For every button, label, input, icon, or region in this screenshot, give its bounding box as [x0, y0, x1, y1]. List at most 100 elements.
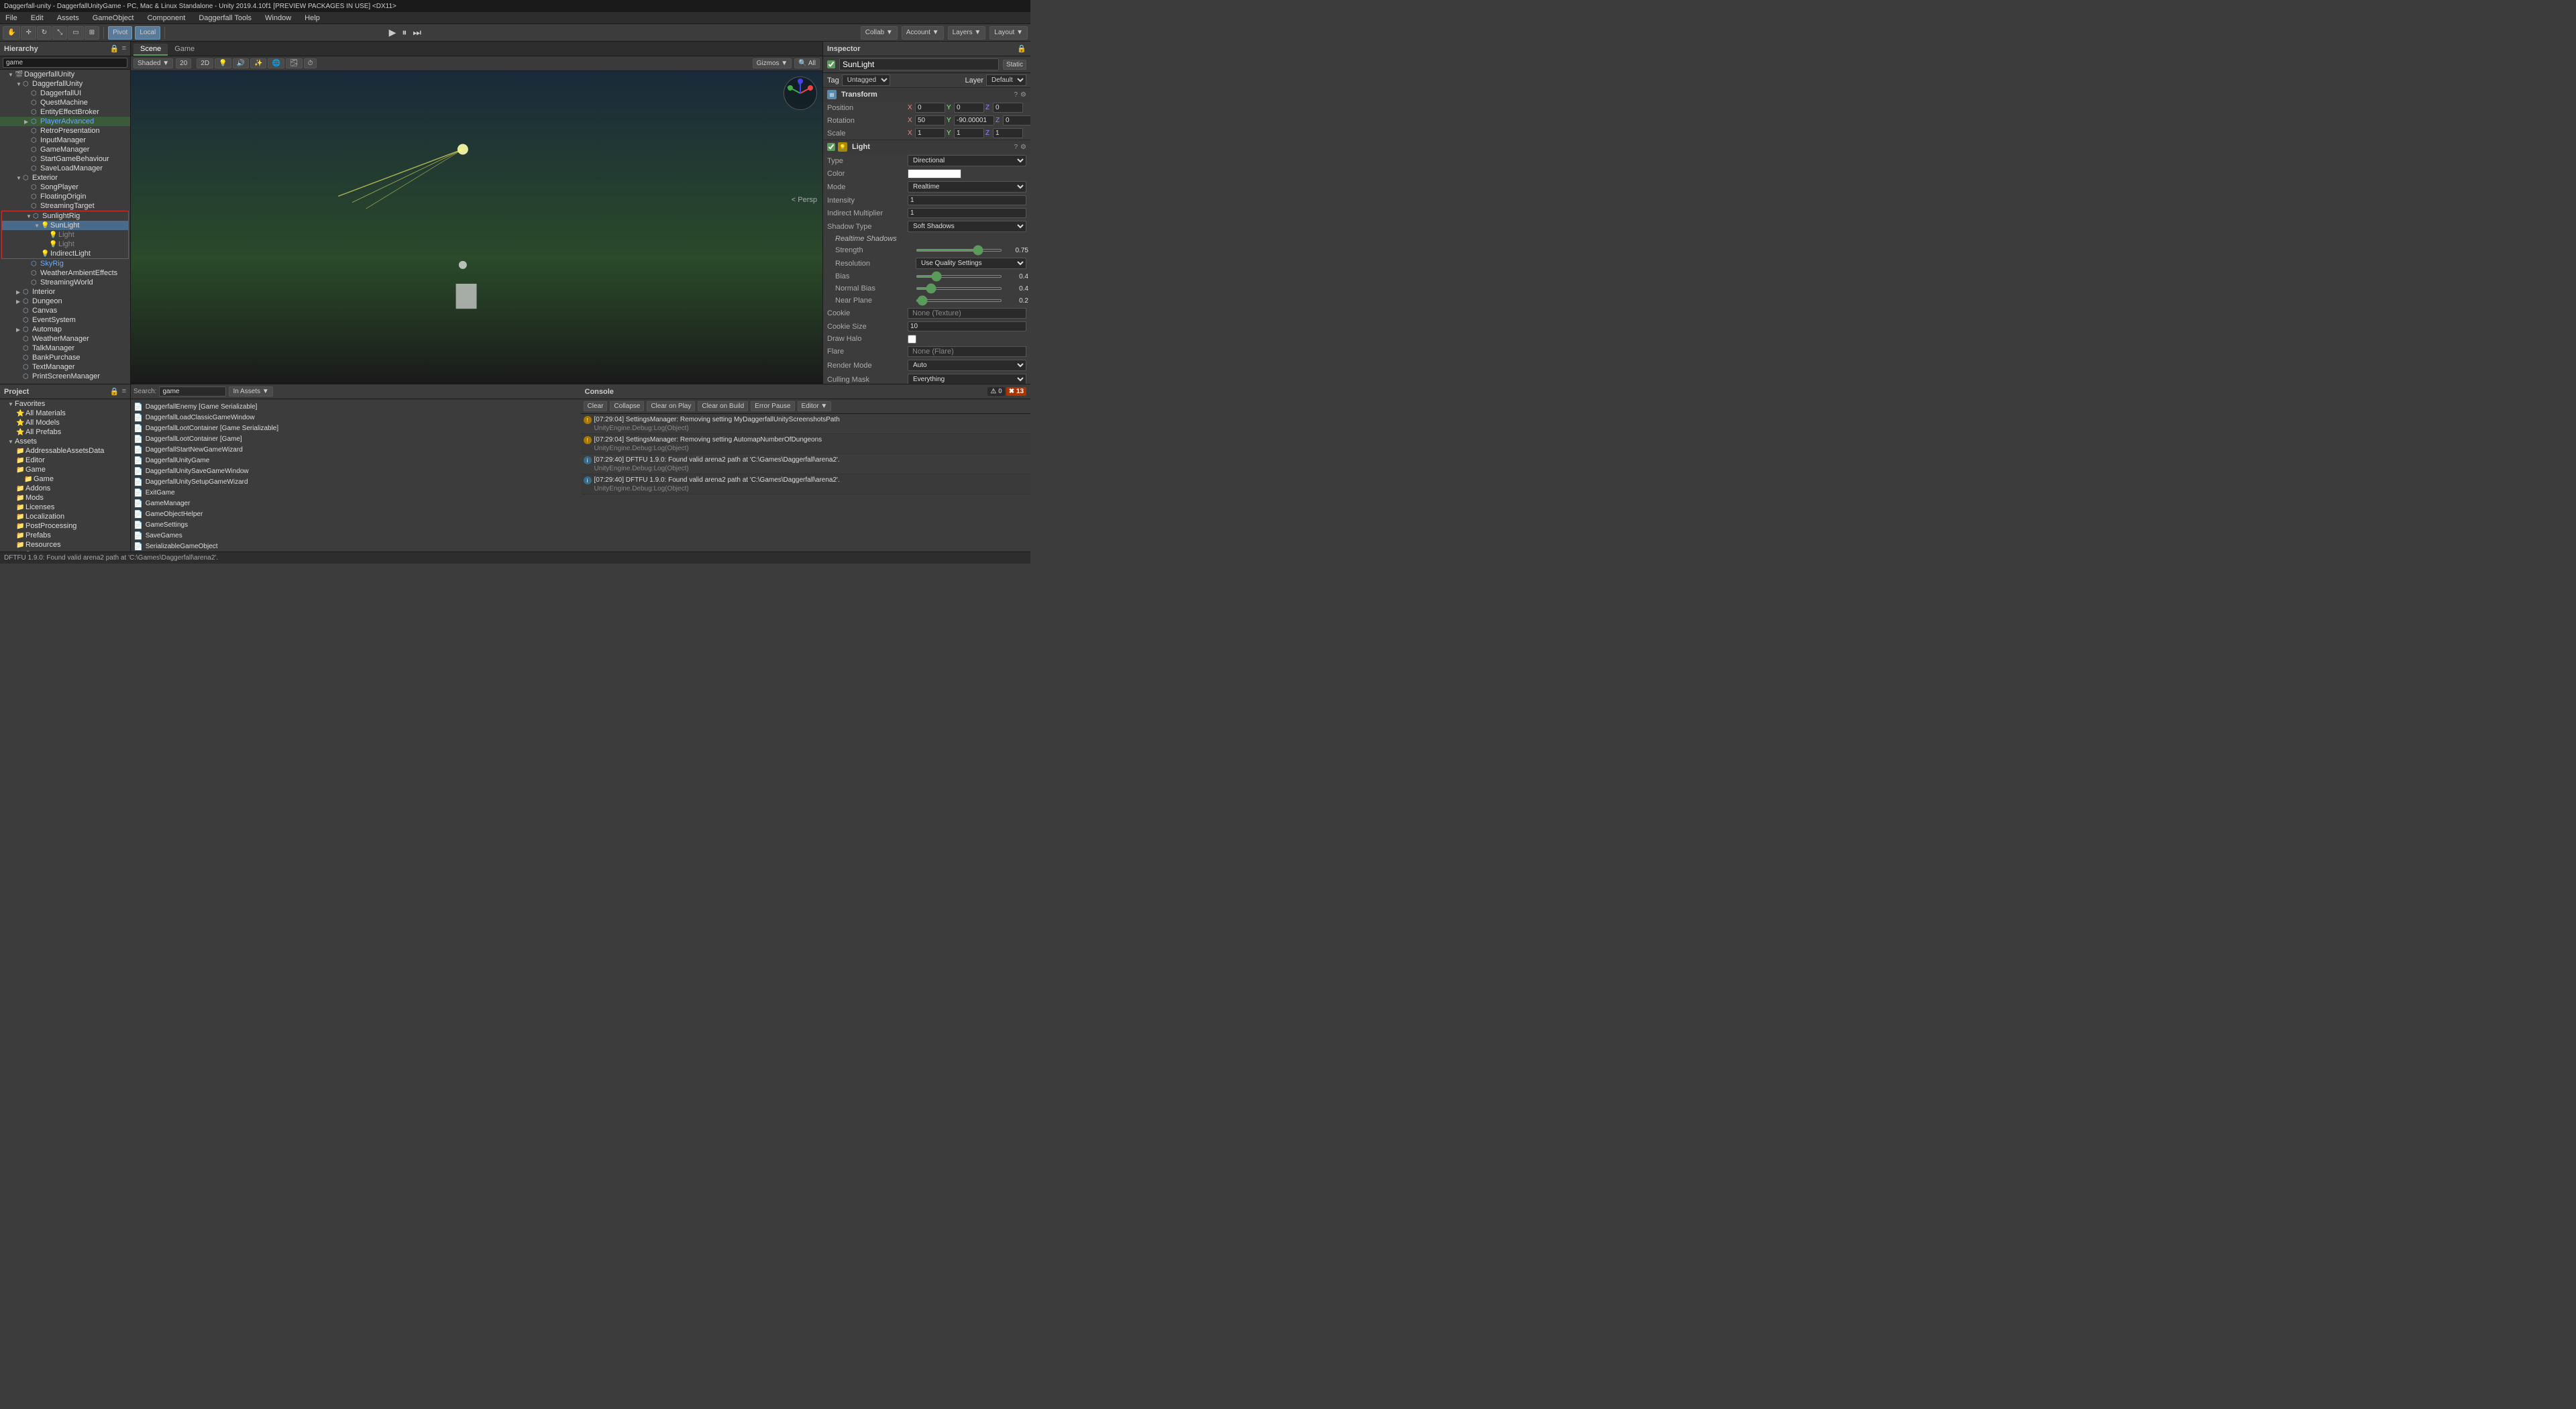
asset-item[interactable]: 📄 ExitGame [133, 488, 578, 498]
gizmos-btn[interactable]: Gizmos ▼ [753, 58, 792, 68]
hierarchy-item-daggerfallunity-scene[interactable]: ▼ 🎬 DaggerfallUnity [0, 70, 130, 79]
asset-item[interactable]: 📄 DaggerfallLoadClassicGameWindow [133, 413, 578, 423]
settings-icon[interactable]: ⚙ [1020, 91, 1026, 99]
hierarchy-item-playeradvanced[interactable]: ▶ ⬡ PlayerAdvanced [0, 117, 130, 126]
asset-item[interactable]: 📄 SaveGames [133, 531, 578, 541]
light-settings-icon[interactable]: ⚙ [1020, 144, 1026, 151]
hierarchy-item-entityeffectbroker[interactable]: ⬡ EntityEffectBroker [0, 107, 130, 117]
hierarchy-item-interior[interactable]: ▶ ⬡ Interior [0, 287, 130, 297]
hierarchy-item-questmachine[interactable]: ⬡ QuestMachine [0, 98, 130, 107]
layer-select[interactable]: Default [986, 74, 1026, 86]
project-addons[interactable]: 📁 Addons [0, 484, 130, 493]
menu-component[interactable]: Component [144, 14, 188, 22]
scene-tool-fx[interactable]: ✨ [250, 58, 266, 68]
hierarchy-item-indirectlight[interactable]: 💡 IndirectLight [2, 249, 128, 258]
play-button[interactable]: ▶ [386, 25, 399, 40]
scene-tool-fog[interactable]: 🌫 [286, 58, 303, 68]
project-favorites-header[interactable]: ▼ Favorites [0, 399, 130, 409]
project-localization[interactable]: 📁 Localization [0, 512, 130, 521]
shadow-resolution-select[interactable]: Use Quality Settings [916, 258, 1026, 269]
light-help-icon[interactable]: ? [1014, 144, 1018, 151]
shadow-normal-bias-slider[interactable] [916, 287, 1002, 290]
position-z-input[interactable] [993, 103, 1023, 113]
tool-scale[interactable]: ⤡ [52, 26, 67, 40]
hierarchy-item-daggerfallunity-obj[interactable]: ▼ ⬡ DaggerfallUnity [0, 79, 130, 89]
hierarchy-item-eventsystem[interactable]: ⬡ EventSystem [0, 315, 130, 325]
tool-rotate[interactable]: ↻ [37, 26, 52, 40]
project-addressable[interactable]: 📁 AddressableAssetsData [0, 446, 130, 456]
hierarchy-item-printscreenmanager[interactable]: ⬡ PrintScreenManager [0, 372, 130, 381]
shadow-type-select[interactable]: Soft Shadows [908, 221, 1026, 232]
menu-edit[interactable]: Edit [28, 14, 46, 22]
asset-item[interactable]: 📄 GameSettings [133, 520, 578, 530]
project-prefabs[interactable]: 📁 Prefabs [0, 531, 130, 540]
hierarchy-item-inputmanager[interactable]: ⬡ InputManager [0, 136, 130, 145]
light-color-swatch[interactable] [908, 169, 961, 178]
shadow-near-plane-slider[interactable] [916, 299, 1002, 302]
tab-game[interactable]: Game [168, 44, 201, 56]
shading-dropdown[interactable]: Shaded ▼ [133, 58, 173, 68]
transform-header[interactable]: ⊞ Transform ? ⚙ [823, 88, 1030, 101]
hierarchy-item-streamingtarget[interactable]: ⬡ StreamingTarget [0, 201, 130, 211]
culling-mask-select[interactable]: Everything [908, 374, 1026, 384]
project-postprocessing[interactable]: 📁 PostProcessing [0, 521, 130, 531]
project-game[interactable]: 📁 Game [0, 465, 130, 474]
hierarchy-item-light2[interactable]: 💡 Light [2, 240, 128, 249]
asset-item[interactable]: 📄 DaggerfallUnityGame [133, 456, 578, 466]
hierarchy-lock-icon[interactable]: 🔒 [110, 44, 119, 53]
zoom-field[interactable]: 20 [176, 58, 191, 68]
layers-btn[interactable]: Layers ▼ [948, 26, 986, 40]
console-entry[interactable]: ! [07:29:04] SettingsManager: Removing s… [581, 414, 1031, 434]
asset-item[interactable]: 📄 SerializableGameObject [133, 541, 578, 552]
console-clear-on-play-btn[interactable]: Clear on Play [647, 401, 695, 411]
local-btn[interactable]: Local [135, 26, 160, 40]
position-y-input[interactable] [954, 103, 984, 113]
scene-tool-skybox[interactable]: 🌐 [268, 58, 284, 68]
scale-x-input[interactable] [915, 128, 945, 138]
scene-tool-anim[interactable]: ⏱ [304, 58, 317, 68]
scale-z-input[interactable] [993, 128, 1023, 138]
console-collapse-btn[interactable]: Collapse [610, 401, 644, 411]
hierarchy-item-automap[interactable]: ▶ ⬡ Automap [0, 325, 130, 334]
in-assets-btn[interactable]: In Assets ▼ [229, 386, 272, 397]
object-active-checkbox[interactable] [827, 60, 835, 68]
scene-tool-light[interactable]: 💡 [215, 58, 231, 68]
console-clear-btn[interactable]: Clear [584, 401, 608, 411]
tool-move[interactable]: ✛ [21, 26, 36, 40]
asset-item[interactable]: 📄 DaggerfallStartNewGameWizard [133, 445, 578, 455]
console-editor-btn[interactable]: Editor ▼ [798, 401, 832, 411]
rotation-y-input[interactable] [954, 115, 994, 125]
menu-file[interactable]: File [3, 14, 20, 22]
light-intensity-input[interactable] [908, 195, 1026, 205]
console-entry[interactable]: i [07:29:40] DFTFU 1.9.0: Found valid ar… [581, 474, 1031, 494]
hierarchy-item-exterior[interactable]: ▼ ⬡ Exterior [0, 173, 130, 182]
scene-search[interactable]: 🔍 All [794, 58, 820, 68]
asset-item[interactable]: 📄 DaggerfallLootContainer [Game Serializ… [133, 423, 578, 433]
project-resources[interactable]: 📁 Resources [0, 540, 130, 550]
project-lock-icon[interactable]: 🔒 [110, 387, 119, 396]
shadow-bias-slider[interactable] [916, 275, 1002, 278]
hierarchy-item-sunlightrig[interactable]: ▼ ⬡ SunlightRig [2, 211, 128, 221]
hierarchy-item-streamingworld[interactable]: ⬡ StreamingWorld [0, 278, 130, 287]
render-mode-select[interactable]: Auto [908, 360, 1026, 371]
help-icon[interactable]: ? [1014, 91, 1018, 99]
inspector-lock-icon[interactable]: 🔒 [1017, 44, 1026, 53]
tool-hand[interactable]: ✋ [3, 26, 20, 40]
scale-y-input[interactable] [954, 128, 984, 138]
asset-item[interactable]: 📄 DaggerfallUnitySetupGameWizard [133, 477, 578, 487]
light-header[interactable]: 💡 Light ? ⚙ [823, 140, 1030, 154]
position-x-input[interactable] [915, 103, 945, 113]
rotation-x-input[interactable] [915, 115, 945, 125]
hierarchy-item-canvas[interactable]: ⬡ Canvas [0, 306, 130, 315]
pivot-btn[interactable]: Pivot [108, 26, 132, 40]
hierarchy-item-sunlight[interactable]: ▼ 💡 SunLight [2, 221, 128, 230]
project-all-models[interactable]: ⭐ All Models [0, 418, 130, 427]
asset-search-input[interactable] [159, 386, 226, 397]
asset-item[interactable]: 📄 DaggerfallLootContainer [Game] [133, 434, 578, 444]
light-type-select[interactable]: Directional [908, 155, 1026, 166]
hierarchy-item-retropresentation[interactable]: ⬡ RetroPresentation [0, 126, 130, 136]
tab-scene[interactable]: Scene [133, 44, 168, 56]
hierarchy-item-textmanager[interactable]: ⬡ TextManager [0, 362, 130, 372]
object-name-input[interactable] [839, 58, 999, 70]
hierarchy-search-input[interactable] [3, 58, 127, 68]
